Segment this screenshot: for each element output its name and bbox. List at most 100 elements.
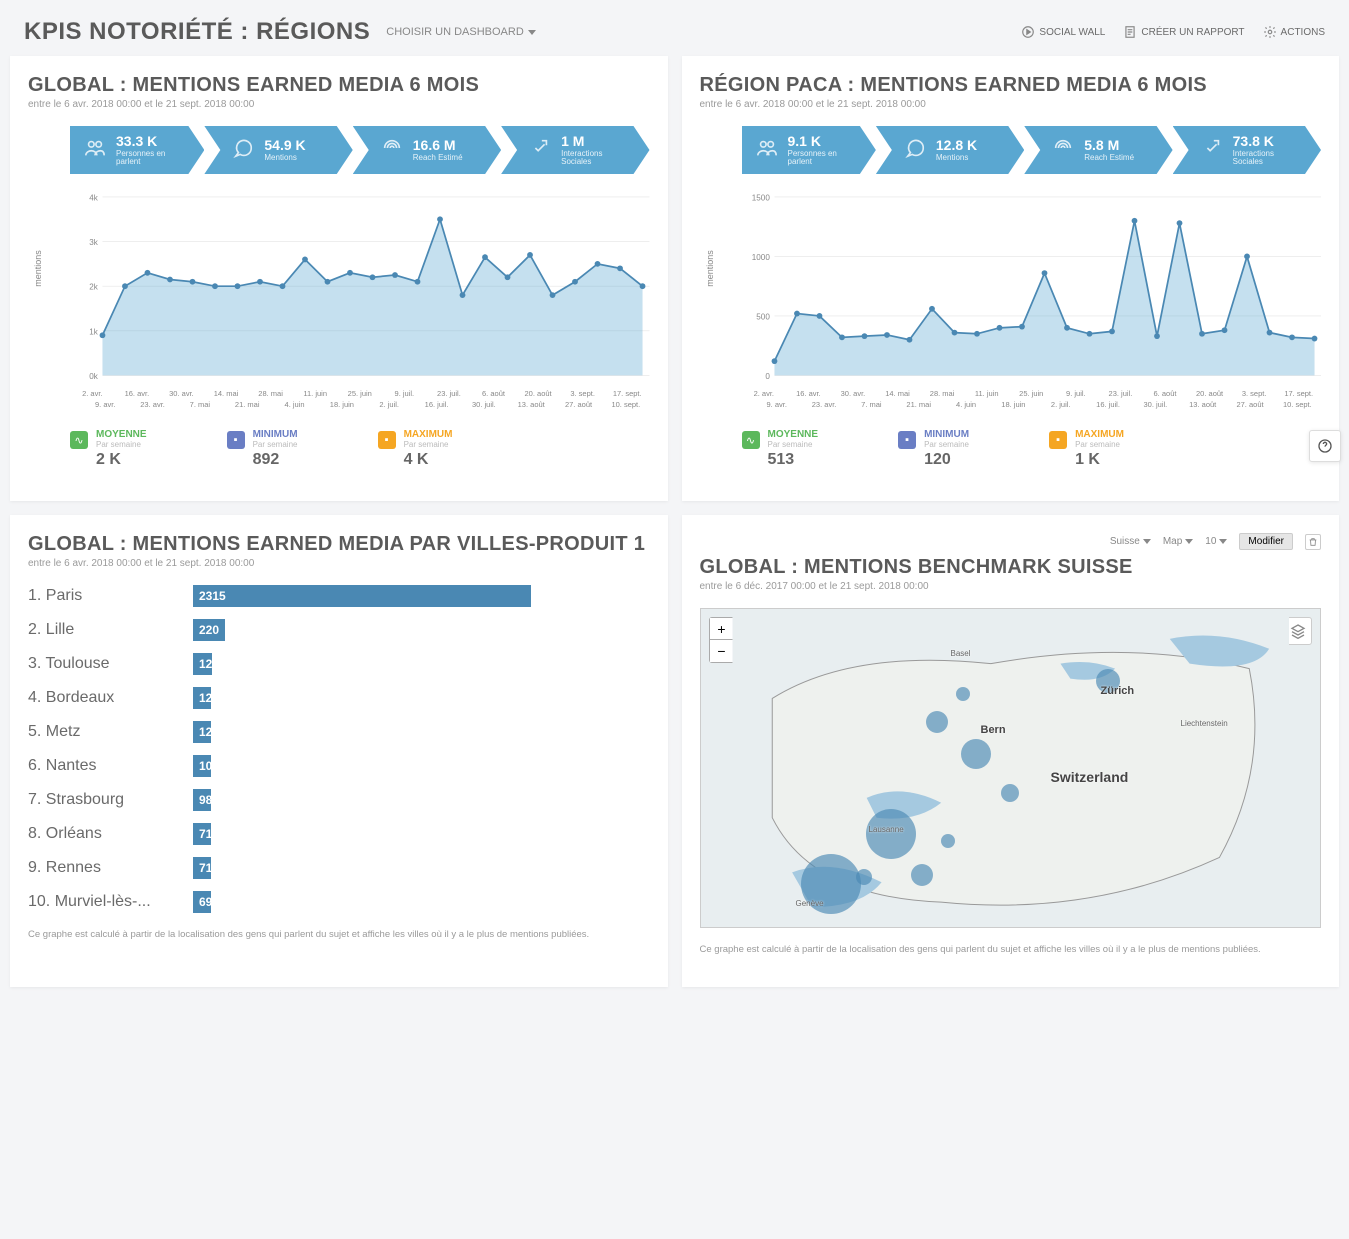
map[interactable]: + − Zürich Bern Switzerland Genève Lausa…	[700, 608, 1322, 928]
stat-sub: Par semaine	[1075, 440, 1124, 449]
chevron-down-icon	[1185, 539, 1193, 544]
bar-fill[interactable]: 2315	[193, 585, 531, 607]
bar-fill[interactable]: 128	[193, 653, 212, 675]
bar-label: 5. Metz	[28, 723, 193, 741]
svg-text:2k: 2k	[89, 283, 99, 292]
stat-icon: ∿	[70, 431, 88, 449]
map-bubble-lausanne[interactable]	[866, 809, 916, 859]
svg-text:0: 0	[765, 372, 770, 381]
svg-text:0k: 0k	[89, 372, 99, 381]
kpi-label: Reach Estimé	[413, 154, 463, 162]
stat-title: MAXIMUM	[404, 429, 453, 440]
stat-value: 4 K	[404, 451, 453, 469]
map-bubble[interactable]	[941, 834, 955, 848]
card-date-range: entre le 6 avr. 2018 00:00 et le 21 sept…	[28, 558, 650, 569]
dashboard-picker[interactable]: CHOISIR UN DASHBOARD	[386, 26, 536, 38]
kpi-chip[interactable]: 9.1 KPersonnes en parlent	[742, 126, 876, 174]
chevron-down-icon	[528, 30, 536, 35]
stat-icon: ▪	[227, 431, 245, 449]
card-footnote: Ce graphe est calculé à partir de la loc…	[28, 929, 650, 940]
card-title: GLOBAL : MENTIONS EARNED MEDIA PAR VILLE…	[28, 533, 650, 556]
map-bubble[interactable]	[956, 687, 970, 701]
stat-sub: Par semaine	[924, 440, 969, 449]
card-benchmark-suisse: Suisse Map 10 Modifier GLOBAL : MENTIONS…	[682, 515, 1340, 987]
map-bubble[interactable]	[1001, 784, 1019, 802]
map-bubble[interactable]	[926, 711, 948, 733]
map-bubble[interactable]	[911, 864, 933, 886]
x-axis-labels-2: 9. avr.23. avr.7. mai21. mai4. juin18. j…	[753, 400, 1321, 409]
social-wall-button[interactable]: SOCIAL WALL	[1021, 25, 1105, 39]
bar-fill[interactable]: 220	[193, 619, 225, 641]
bar-row: 3. Toulouse128	[28, 653, 650, 675]
bar-fill[interactable]: 121	[193, 687, 211, 709]
stat-title: MAXIMUM	[1075, 429, 1124, 440]
delete-button[interactable]	[1305, 534, 1321, 550]
kpi-icon	[232, 137, 254, 164]
bar-label: 4. Bordeaux	[28, 689, 193, 707]
map-label-liechtenstein: Liechtenstein	[1181, 719, 1228, 728]
stat-sub: Par semaine	[404, 440, 453, 449]
x-axis-labels: 2. avr.16. avr.30. avr.14. mai28. mai11.…	[70, 389, 650, 398]
bar-fill[interactable]: 98	[193, 789, 211, 811]
stat-icon: ▪	[1049, 431, 1067, 449]
stat-max: ▪ MAXIMUMPar semaine 1 K	[1049, 429, 1124, 469]
svg-text:1000: 1000	[751, 253, 770, 262]
page-header: KPIS NOTORIÉTÉ : RÉGIONS CHOISIR UN DASH…	[0, 0, 1349, 56]
kpi-icon	[1201, 137, 1223, 164]
kpi-chip[interactable]: 1 M Interactions Sociales	[501, 126, 649, 174]
map-bubble[interactable]	[856, 869, 872, 885]
limit-dropdown[interactable]: 10	[1205, 536, 1227, 547]
stat-avg: ∿MOYENNEPar semaine513	[742, 429, 819, 469]
stat-icon: ∿	[742, 431, 760, 449]
map-bubble-bern[interactable]	[961, 739, 991, 769]
map-label-geneve: Genève	[796, 899, 824, 908]
card-paca-mentions: RÉGION PACA : MENTIONS EARNED MEDIA 6 MO…	[682, 56, 1340, 501]
bar-label: 2. Lille	[28, 621, 193, 639]
modify-button[interactable]: Modifier	[1239, 533, 1293, 550]
kpi-value: 1 M	[561, 134, 629, 148]
y-axis-label: mentions	[705, 250, 715, 287]
chevron-down-icon	[1143, 539, 1151, 544]
kpi-value: 33.3 K	[116, 134, 184, 148]
kpi-chip[interactable]: 54.9 KMentions	[204, 126, 352, 174]
kpi-chip[interactable]: 12.8 KMentions	[876, 126, 1024, 174]
svg-text:4k: 4k	[89, 193, 99, 202]
svg-text:3k: 3k	[89, 238, 99, 247]
kpi-label: Interactions Sociales	[561, 150, 629, 166]
create-report-button[interactable]: CRÉER UN RAPPORT	[1123, 25, 1244, 39]
svg-text:500: 500	[756, 312, 770, 321]
kpi-chip[interactable]: 33.3 K Personnes en parlent	[70, 126, 204, 174]
line-chart: 050010001500	[742, 190, 1322, 387]
stat-avg: ∿MOYENNEPar semaine2 K	[70, 429, 147, 469]
bar-fill[interactable]: 121	[193, 721, 211, 743]
region-dropdown[interactable]: Suisse	[1110, 536, 1151, 547]
stat-min: ▪MINIMUMPar semaine120	[898, 429, 969, 469]
bar-row: 7. Strasbourg98	[28, 789, 650, 811]
kpi-label: Personnes en parlent	[116, 150, 184, 166]
trash-icon	[1308, 537, 1318, 547]
kpi-chip[interactable]: 5.8 MReach Estimé	[1024, 126, 1172, 174]
stat-icon: ▪	[898, 431, 916, 449]
bar-fill[interactable]: 69	[193, 891, 211, 913]
bar-fill[interactable]: 104	[193, 755, 211, 777]
stat-sub: Par semaine	[768, 440, 819, 449]
kpi-strip: 9.1 KPersonnes en parlent12.8 KMentions5…	[742, 126, 1322, 174]
view-dropdown[interactable]: Map	[1163, 536, 1193, 547]
kpi-chip[interactable]: 16.6 MReach Estimé	[353, 126, 501, 174]
help-button[interactable]	[1309, 430, 1341, 462]
kpi-strip: 33.3 K Personnes en parlent 54.9 KMentions…	[70, 126, 650, 174]
stat-icon: ▪	[378, 431, 396, 449]
card-title: GLOBAL : MENTIONS EARNED MEDIA 6 MOIS	[28, 74, 650, 97]
kpi-icon	[84, 137, 106, 164]
card-date-range: entre le 6 déc. 2017 00:00 et le 21 sept…	[700, 581, 1322, 592]
bar-fill[interactable]: 71	[193, 823, 211, 845]
bar-row: 8. Orléans71	[28, 823, 650, 845]
card-title: RÉGION PACA : MENTIONS EARNED MEDIA 6 MO…	[700, 74, 1322, 97]
kpi-chip[interactable]: 73.8 KInteractions Sociales	[1173, 126, 1321, 174]
y-axis-label: mentions	[33, 250, 43, 287]
actions-button[interactable]: ACTIONS	[1263, 25, 1325, 39]
bar-fill[interactable]: 71	[193, 857, 211, 879]
kpi-icon	[904, 137, 926, 164]
bar-row: 9. Rennes71	[28, 857, 650, 879]
stat-value: 1 K	[1075, 451, 1124, 469]
